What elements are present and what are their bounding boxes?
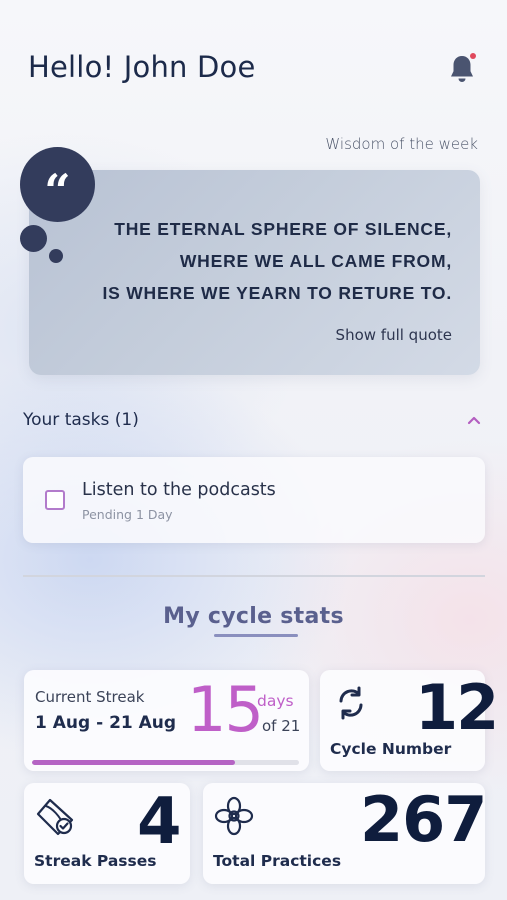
greeting-title: Hello! John Doe [28,50,256,84]
stats-title-underline [214,634,298,637]
streak-passes-label: Streak Passes [34,852,157,870]
task-label: Listen to the podcasts [82,480,276,500]
cycle-number-value: 12 [415,671,499,744]
badge-check-icon [36,798,74,836]
streak-progress-fill [32,760,235,765]
task-status: Pending 1 Day [82,507,173,522]
show-full-quote-link[interactable]: Show full quote [336,326,452,344]
flower-icon [214,796,254,836]
quote-decor-dot [20,225,47,252]
streak-of-total: of 21 [262,717,301,735]
quote-text: THE ETERNAL SPHERE OF SILENCE, WHERE WE … [102,213,452,309]
wisdom-label: Wisdom of the week [325,135,478,153]
notification-dot [470,53,476,59]
section-divider [23,575,485,577]
tasks-title: Your tasks (1) [23,410,139,430]
streak-value: 15 [187,673,264,746]
quote-line: IS WHERE WE YEARN TO RETURE TO. [102,283,452,303]
total-practices-label: Total Practices [213,852,342,870]
quote-line: WHERE WE ALL CAME FROM, [179,251,452,271]
cycle-number-label: Cycle Number [330,740,452,758]
stats-title: My cycle stats [163,604,344,629]
quote-mark-icon: “ [20,147,95,222]
task-card[interactable] [23,457,485,543]
total-practices-value: 267 [360,783,487,856]
refresh-icon [339,686,363,720]
quote-line: THE ETERNAL SPHERE OF SILENCE, [114,219,452,239]
quote-decor-dot-small [49,249,63,263]
streak-range: 1 Aug - 21 Aug [35,713,177,733]
streak-label: Current Streak [35,688,145,706]
streak-unit: days [257,692,294,710]
task-checkbox[interactable] [45,490,65,510]
streak-passes-value: 4 [137,785,182,859]
chevron-up-icon[interactable] [466,412,482,428]
streak-progress-bar [32,760,299,765]
